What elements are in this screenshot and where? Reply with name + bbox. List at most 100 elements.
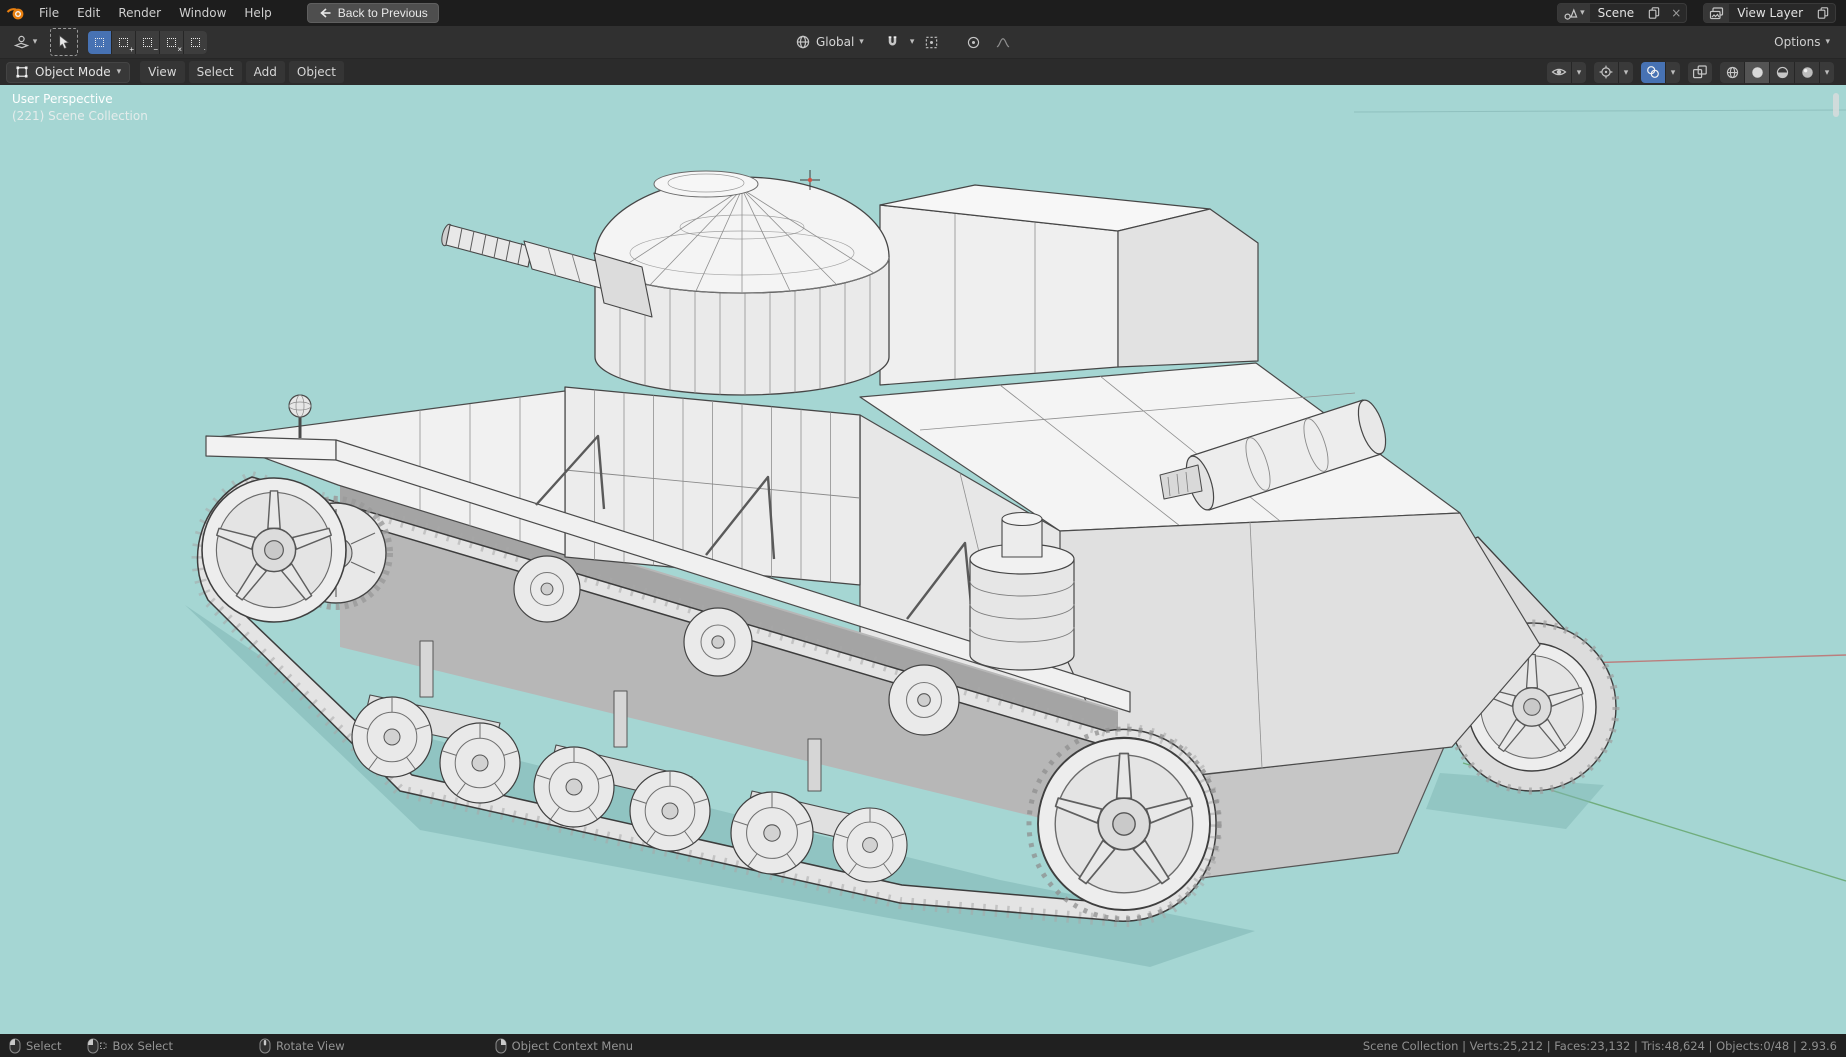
scene-browse-button[interactable]: ▾ <box>1558 4 1590 22</box>
shading-rendered-button[interactable] <box>1795 61 1819 83</box>
topbar-menu-file[interactable]: File <box>30 0 68 26</box>
hint-box-select: Box Select <box>87 1038 173 1054</box>
select-subtract-icon <box>143 37 152 47</box>
xray-icon <box>1693 65 1707 79</box>
chevron-down-icon: ▾ <box>1623 66 1629 77</box>
plus-glyph: + <box>129 44 134 54</box>
hint-context-menu: Object Context Menu <box>495 1038 633 1054</box>
editor-3d-viewport-icon <box>13 35 29 49</box>
viewport-menu-select[interactable]: Select <box>188 61 242 83</box>
select-mode-subtract-button[interactable]: − <box>136 30 159 54</box>
snap-toggle-button[interactable] <box>880 30 906 54</box>
new-view-layer-button[interactable] <box>1811 6 1835 20</box>
new-scene-button[interactable] <box>1642 6 1666 20</box>
snap-target-button[interactable] <box>918 30 944 54</box>
view-layer-selector: View Layer <box>1703 3 1836 23</box>
topbar-menu-help[interactable]: Help <box>235 0 280 26</box>
viewport: User Perspective (221) Scene Collection <box>0 85 1846 1034</box>
duplicate-icon <box>1648 7 1660 19</box>
tool-settings-bar: ▾ + − × · Global ▾ ▾ Options ▾ <box>0 26 1846 59</box>
hint-rotate-view: Rotate View <box>259 1038 345 1054</box>
topbar-menu-render[interactable]: Render <box>109 0 170 26</box>
snap-settings-chevron[interactable]: ▾ <box>910 37 915 47</box>
chevron-down-icon: ▾ <box>1576 66 1582 77</box>
gizmos-chevron[interactable]: ▾ <box>1619 61 1633 83</box>
chevron-down-icon: ▾ <box>1670 66 1676 77</box>
overlays-icon <box>1647 66 1659 78</box>
topbar-menu-window[interactable]: Window <box>170 0 235 26</box>
chevron-down-icon: ▾ <box>116 66 122 77</box>
select-mode-new-button[interactable] <box>88 30 111 54</box>
eye-icon <box>1551 68 1567 76</box>
chevron-down-icon: ▾ <box>859 36 864 47</box>
shading-solid-button[interactable] <box>1745 61 1769 83</box>
shading-settings-chevron[interactable]: ▾ <box>1820 61 1834 83</box>
times-glyph: × <box>177 44 182 54</box>
hint-box-select-label: Box Select <box>112 1038 173 1053</box>
select-mode-invert-button[interactable]: × <box>160 30 183 54</box>
topbar-right-cluster: ▾ Scene × View Layer <box>1557 3 1836 23</box>
shading-wireframe-button[interactable] <box>1720 61 1744 83</box>
close-icon: × <box>1671 6 1682 20</box>
select-invert-icon <box>167 37 176 47</box>
viewport-menu-add[interactable]: Add <box>245 61 285 83</box>
proportional-editing-icon <box>967 36 979 48</box>
material-sphere-icon <box>1776 66 1788 78</box>
chevron-down-icon: ▾ <box>32 36 38 47</box>
xray-toggle[interactable] <box>1688 61 1712 83</box>
overlays-group: ▾ <box>1641 61 1680 83</box>
back-to-previous-button[interactable]: Back to Previous <box>306 3 439 23</box>
hint-rotate-view-label: Rotate View <box>276 1038 345 1053</box>
mouse-right-icon <box>495 1038 507 1053</box>
mouse-left-icon <box>9 1038 21 1053</box>
viewport-header: Object Mode ▾ View Select Add Object ▾ ▾… <box>0 59 1846 85</box>
mouse-left-drag-icon <box>87 1038 107 1053</box>
blender-logo-icon[interactable] <box>6 4 26 22</box>
view-layer-browse-button[interactable] <box>1704 4 1730 22</box>
scene-name[interactable]: Scene <box>1590 6 1643 20</box>
viewport-header-right: ▾ ▾ ▾ ▾ <box>1547 61 1834 83</box>
select-intersect-icon <box>191 37 200 47</box>
snapping-cluster: ▾ <box>880 30 945 54</box>
cursor-select-icon <box>59 34 70 49</box>
chevron-down-icon: ▾ <box>1824 66 1830 77</box>
scene-selector: ▾ Scene × <box>1557 3 1688 23</box>
active-tool-select-box-button[interactable] <box>50 28 78 56</box>
shading-mode-group: ▾ <box>1720 61 1834 83</box>
object-visibility-chevron[interactable]: ▾ <box>1572 61 1586 83</box>
transform-orientation-dropdown[interactable]: Global ▾ <box>795 34 864 50</box>
viewport-menus: View Select Add Object <box>140 61 344 83</box>
select-mode-extend-button[interactable]: + <box>112 30 135 54</box>
viewport-menu-view[interactable]: View <box>140 61 185 83</box>
orientation-label: Global <box>816 35 855 49</box>
gizmos-toggle[interactable] <box>1594 61 1618 83</box>
select-mode-intersect-button[interactable]: · <box>184 30 207 54</box>
chevron-down-icon: ▾ <box>1825 36 1830 47</box>
topbar-menu-edit[interactable]: Edit <box>68 0 109 26</box>
scene-icon <box>1564 7 1578 20</box>
unlink-scene-button[interactable]: × <box>1666 6 1686 20</box>
minus-glyph: − <box>153 44 158 54</box>
mode-dropdown[interactable]: Object Mode ▾ <box>6 61 131 83</box>
3d-viewport-canvas[interactable] <box>0 85 1846 1034</box>
select-extend-icon <box>119 37 128 47</box>
object-visibility-button[interactable] <box>1547 61 1571 83</box>
editor-type-button[interactable]: ▾ <box>12 30 38 54</box>
viewport-corner-widget[interactable] <box>1833 93 1839 117</box>
falloff-curve-icon <box>997 37 1010 47</box>
overlays-chevron[interactable]: ▾ <box>1666 61 1680 83</box>
blender-window: File Edit Render Window Help Back to Pre… <box>0 0 1846 1057</box>
proportional-falloff-button[interactable] <box>990 30 1016 54</box>
proportional-editing-toggle[interactable] <box>960 30 986 54</box>
rendered-sphere-icon <box>1801 66 1813 78</box>
shading-material-button[interactable] <box>1770 61 1794 83</box>
back-to-previous-label: Back to Previous <box>337 6 428 20</box>
proportional-editing-cluster <box>960 30 1016 54</box>
overlays-toggle[interactable] <box>1641 61 1665 83</box>
view-layer-name[interactable]: View Layer <box>1729 6 1811 20</box>
options-dropdown[interactable]: Options ▾ <box>1770 35 1834 49</box>
viewport-menu-object[interactable]: Object <box>288 61 344 83</box>
object-visibility-group: ▾ <box>1547 61 1586 83</box>
magnet-icon <box>889 35 897 45</box>
duplicate-icon <box>1817 7 1829 19</box>
